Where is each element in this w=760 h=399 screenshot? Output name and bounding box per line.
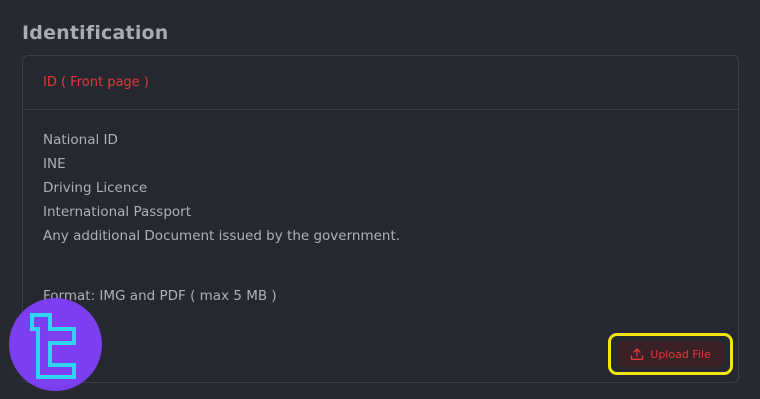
upload-file-button[interactable]: Upload File [618, 341, 723, 367]
upload-icon [630, 347, 644, 361]
card-title: ID ( Front page ) [43, 75, 149, 90]
identification-page: Identification ID ( Front page ) Nationa… [0, 0, 760, 399]
brand-logo [9, 298, 102, 391]
list-item: INE [43, 156, 66, 172]
brand-logo-icon [29, 312, 76, 379]
card-header: ID ( Front page ) [23, 56, 738, 110]
accepted-documents-list: National ID INE Driving Licence Internat… [43, 128, 400, 248]
section-title: Identification [22, 22, 169, 44]
list-item: International Passport [43, 204, 191, 220]
list-item: Driving Licence [43, 180, 148, 196]
list-item: Any additional Document issued by the go… [43, 228, 401, 244]
list-item: National ID [43, 132, 118, 148]
upload-highlight-frame: Upload File [608, 333, 733, 375]
upload-button-label: Upload File [650, 347, 711, 361]
